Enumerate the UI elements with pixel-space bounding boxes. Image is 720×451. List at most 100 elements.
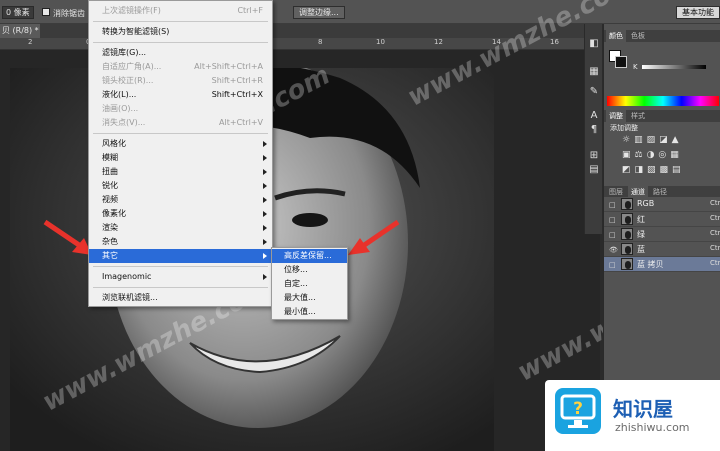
channel-shortcut: Ctrl bbox=[710, 214, 720, 222]
menu-item-noise[interactable]: 杂色 bbox=[89, 235, 272, 249]
menu-item-blur[interactable]: 模糊 bbox=[89, 151, 272, 165]
adjustments-panel-tabs: 调整 样式 bbox=[604, 110, 720, 122]
menu-item-label: 视频 bbox=[102, 195, 118, 204]
menu-item-label: 模糊 bbox=[102, 153, 118, 162]
properties-icon[interactable]: ▤ bbox=[588, 164, 600, 175]
paragraph-icon[interactable]: ¶ bbox=[588, 124, 600, 135]
menu-item-adaptive-wide-angle[interactable]: 自适应广角(A)... Alt+Shift+Ctrl+A bbox=[89, 60, 272, 74]
channel-thumbnail bbox=[621, 258, 633, 270]
menu-item-label: 浏览联机滤镜... bbox=[102, 293, 158, 302]
menu-item-label: 风格化 bbox=[102, 139, 126, 148]
channel-shortcut: Ctrl bbox=[710, 244, 720, 252]
submenu-arrow-icon bbox=[263, 141, 267, 147]
menu-item-video[interactable]: 视频 bbox=[89, 193, 272, 207]
eye-icon[interactable]: 👁 bbox=[609, 246, 618, 254]
visibility-toggle[interactable]: □ bbox=[609, 201, 616, 209]
visibility-toggle[interactable]: □ bbox=[609, 261, 616, 269]
menu-item-distort[interactable]: 扭曲 bbox=[89, 165, 272, 179]
submenu-item-custom[interactable]: 自定... bbox=[272, 277, 347, 291]
menu-item-liquify[interactable]: 液化(L)... Shift+Ctrl+X bbox=[89, 88, 272, 102]
menu-item-label: 消失点(V)... bbox=[102, 118, 146, 127]
menu-item-imagenomic[interactable]: Imagenomic bbox=[89, 270, 272, 284]
menu-item-shortcut: Shift+Ctrl+R bbox=[211, 76, 263, 85]
visibility-toggle[interactable]: □ bbox=[609, 216, 616, 224]
submenu-arrow-icon bbox=[263, 225, 267, 231]
menu-item-stylize[interactable]: 风格化 bbox=[89, 137, 272, 151]
channel-shortcut: Ctrl bbox=[710, 199, 720, 207]
color-panel-tabs: 颜色 色板 bbox=[604, 30, 720, 42]
brush-icon[interactable]: ✎ bbox=[588, 86, 600, 97]
menu-item-shortcut: Ctrl+F bbox=[237, 6, 263, 15]
layers-icon[interactable]: ⊞ bbox=[588, 150, 600, 161]
svg-text:?: ? bbox=[573, 399, 583, 419]
menu-item-filter-gallery[interactable]: 滤镜库(G)... bbox=[89, 46, 272, 60]
submenu-item-high-pass[interactable]: 高反差保留... bbox=[272, 249, 347, 263]
channel-thumbnail bbox=[621, 228, 633, 240]
menu-divider bbox=[93, 266, 268, 267]
menu-item-last-filter[interactable]: 上次滤镜操作(F) Ctrl+F bbox=[89, 4, 272, 18]
channel-name: RGB bbox=[637, 199, 655, 208]
tab-adjustments[interactable]: 调整 bbox=[606, 110, 626, 122]
submenu-arrow-icon bbox=[263, 169, 267, 175]
menu-item-sharpen[interactable]: 锐化 bbox=[89, 179, 272, 193]
menu-item-label: Imagenomic bbox=[102, 272, 152, 281]
menu-item-label: 液化(L)... bbox=[102, 90, 137, 99]
channel-row-red[interactable]: □ 红 Ctrl bbox=[604, 212, 720, 227]
adjustment-icons-row-2[interactable]: ▣⚖◑◎▦ bbox=[622, 150, 683, 160]
submenu-item-maximum[interactable]: 最大值... bbox=[272, 291, 347, 305]
add-adjustment-label: 添加调整 bbox=[610, 124, 638, 132]
menu-item-convert-smart-filter[interactable]: 转换为智能滤镜(S) bbox=[89, 25, 272, 39]
menu-item-label: 像素化 bbox=[102, 209, 126, 218]
tab-color[interactable]: 颜色 bbox=[606, 30, 626, 42]
tab-styles[interactable]: 样式 bbox=[628, 110, 648, 122]
menu-item-label: 转换为智能滤镜(S) bbox=[102, 27, 170, 36]
channel-thumbnail bbox=[621, 198, 633, 210]
menu-item-label: 渲染 bbox=[102, 223, 118, 232]
channel-name: 蓝 bbox=[637, 245, 645, 254]
submenu-arrow-icon bbox=[263, 183, 267, 189]
tab-swatches[interactable]: 色板 bbox=[628, 30, 648, 42]
logo-url: zhishiwu.com bbox=[615, 421, 690, 434]
channel-name: 红 bbox=[637, 215, 645, 224]
channel-row-blue[interactable]: 👁 蓝 Ctrl bbox=[604, 242, 720, 257]
channel-row-green[interactable]: □ 绿 Ctrl bbox=[604, 227, 720, 242]
menu-item-shortcut: Alt+Ctrl+V bbox=[219, 118, 263, 127]
k-slider[interactable] bbox=[642, 65, 706, 69]
menu-divider bbox=[93, 42, 268, 43]
visibility-toggle[interactable]: □ bbox=[609, 231, 616, 239]
menu-item-label: 滤镜库(G)... bbox=[102, 48, 147, 57]
submenu-item-offset[interactable]: 位移... bbox=[272, 263, 347, 277]
adjustment-icons-row-1[interactable]: ☼▥▨◪▲ bbox=[622, 135, 683, 145]
color-panel-icon[interactable]: ◧ bbox=[588, 38, 600, 49]
menu-divider bbox=[93, 287, 268, 288]
menu-item-label: 其它 bbox=[102, 251, 118, 260]
character-icon[interactable]: A bbox=[588, 110, 600, 121]
channel-thumbnail bbox=[621, 243, 633, 255]
menu-item-lens-correction[interactable]: 镜头校正(R)... Shift+Ctrl+R bbox=[89, 74, 272, 88]
logo-question-monitor-icon: ? bbox=[555, 388, 601, 434]
swatches-icon[interactable]: ▦ bbox=[588, 66, 600, 77]
k-slider-label: K bbox=[633, 63, 638, 71]
submenu-arrow-icon bbox=[263, 274, 267, 280]
channel-row-rgb[interactable]: □ RGB Ctrl bbox=[604, 197, 720, 212]
menu-item-other[interactable]: 其它 bbox=[89, 249, 272, 263]
background-color-swatch[interactable] bbox=[615, 56, 627, 68]
menu-item-pixelate[interactable]: 像素化 bbox=[89, 207, 272, 221]
channel-row-blue-copy[interactable]: □ 蓝 拷贝 Ctrl bbox=[604, 257, 720, 272]
menu-item-label: 锐化 bbox=[102, 181, 118, 190]
site-logo: ? 知识屋 zhishiwu.com bbox=[545, 380, 720, 451]
menu-divider bbox=[93, 21, 268, 22]
menu-item-render[interactable]: 渲染 bbox=[89, 221, 272, 235]
color-spectrum[interactable] bbox=[607, 96, 719, 106]
submenu-arrow-icon bbox=[263, 239, 267, 245]
adjustment-icons-row-3[interactable]: ◩◨▧▩▤ bbox=[622, 165, 685, 175]
menu-item-browse-filters-online[interactable]: 浏览联机滤镜... bbox=[89, 291, 272, 305]
channel-name: 绿 bbox=[637, 230, 645, 239]
menu-divider bbox=[93, 133, 268, 134]
channel-name: 蓝 拷贝 bbox=[637, 260, 664, 269]
menu-item-vanishing-point[interactable]: 消失点(V)... Alt+Ctrl+V bbox=[89, 116, 272, 130]
menu-item-oil-paint[interactable]: 油画(O)... bbox=[89, 102, 272, 116]
submenu-item-minimum[interactable]: 最小值... bbox=[272, 305, 347, 319]
submenu-arrow-icon bbox=[263, 155, 267, 161]
arrow-to-high-pass bbox=[348, 219, 400, 255]
